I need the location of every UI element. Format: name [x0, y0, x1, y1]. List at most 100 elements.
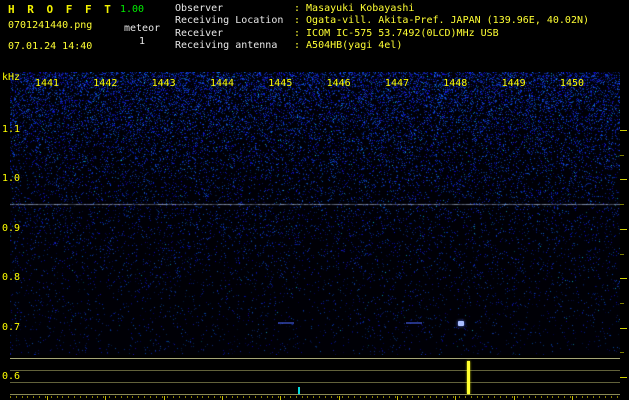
level-meter-line [10, 370, 620, 371]
freq-label: 1.1 [2, 124, 21, 135]
second-tick [144, 396, 146, 398]
second-tick [179, 396, 181, 398]
second-tick [546, 396, 548, 398]
freq-tick-minor [620, 253, 624, 255]
freq-tick-minor [620, 302, 624, 304]
minute-tick [396, 396, 398, 400]
second-tick [249, 396, 251, 398]
minute-tick [163, 396, 165, 400]
minute-tick [455, 396, 457, 400]
second-tick [167, 396, 169, 398]
second-tick [313, 396, 315, 398]
second-tick [383, 396, 385, 398]
info-row-location: Receiving Location : Ogata-vill. Akita-P… [175, 15, 589, 27]
second-tick [470, 396, 472, 398]
second-tick [103, 396, 105, 398]
second-tick [85, 396, 87, 398]
second-tick [196, 396, 198, 398]
second-tick [517, 396, 519, 398]
minute-tick [513, 396, 515, 400]
second-tick [266, 396, 268, 398]
second-tick [237, 396, 239, 398]
station-info: Observer : Masayuki Kobayashi Receiving … [175, 3, 589, 53]
second-tick [610, 396, 612, 398]
second-tick [50, 396, 52, 398]
second-tick [616, 396, 618, 398]
info-label: Observer [175, 3, 224, 14]
second-tick [441, 396, 443, 398]
meteor-echo-bright [458, 320, 465, 326]
second-tick [161, 396, 163, 398]
second-tick [278, 396, 280, 398]
second-tick [208, 396, 210, 398]
second-tick [44, 396, 46, 398]
second-tick [453, 396, 455, 398]
second-tick [494, 396, 496, 398]
second-tick [348, 396, 350, 398]
second-tick [289, 396, 291, 398]
meteor-echoes [10, 72, 620, 355]
meteor-echo-faint [406, 321, 423, 324]
second-tick [377, 396, 379, 398]
level-meter-line [10, 394, 620, 395]
second-tick [371, 396, 373, 398]
second-tick [400, 396, 402, 398]
level-spike [466, 361, 470, 394]
second-tick [219, 396, 221, 398]
level-meter [10, 358, 620, 396]
freq-label: 1.0 [2, 173, 21, 185]
second-tick [120, 396, 122, 398]
second-tick [499, 396, 501, 398]
spectrogram: 1441 1442 1443 1444 1445 1446 1447 1448 1449 1450 [10, 72, 620, 355]
second-tick [149, 396, 151, 398]
second-tick [505, 396, 507, 398]
freq-label: 0.6 [2, 371, 21, 382]
second-tick [254, 396, 256, 398]
freq-tick-major [620, 228, 627, 230]
second-tick [488, 396, 490, 398]
second-tick [155, 396, 157, 398]
minute-tick [47, 396, 48, 400]
second-tick [464, 396, 466, 398]
second-tick [272, 396, 274, 398]
info-value: : A504HB(yagi 4el) [294, 40, 403, 52]
second-tick [359, 396, 361, 398]
freq-tick-major [620, 327, 627, 329]
second-tick [97, 396, 99, 398]
second-tick [225, 396, 227, 398]
freq-tick-major [620, 179, 627, 181]
hrofft-output: H R O F F T 1.00 0701241440.png meteor 1… [0, 0, 629, 400]
info-row-observer: Observer : Masayuki Kobayashi [175, 3, 589, 15]
second-tick [62, 396, 64, 398]
second-tick [581, 396, 583, 398]
freq-tick-major [620, 278, 627, 280]
second-tick [424, 396, 426, 398]
second-tick [114, 396, 116, 398]
second-tick [56, 396, 58, 398]
meteor-echo-faint [278, 321, 295, 324]
second-tick [394, 396, 396, 398]
info-value: : ICOM IC-575 53.7492(0LCD)MHz USB [294, 27, 499, 39]
level-meter-line [10, 382, 620, 383]
second-tick [540, 396, 542, 398]
app-version: 1.00 [120, 4, 145, 15]
freq-tick-major [620, 377, 627, 378]
minute-tick [280, 396, 282, 400]
second-tick [243, 396, 245, 398]
second-tick [132, 396, 134, 398]
second-tick [138, 396, 140, 398]
second-tick [184, 396, 186, 398]
second-tick [558, 396, 560, 398]
second-tick [260, 396, 262, 398]
mode-label: meteor [124, 23, 161, 34]
freq-label: 0.9 [2, 222, 21, 234]
info-row-antenna: Receiving antenna : A504HB(yagi 4el) [175, 40, 589, 52]
second-tick [389, 396, 391, 398]
second-tick [330, 396, 332, 398]
second-tick [214, 396, 216, 398]
second-tick [406, 396, 408, 398]
info-label: Receiver [175, 27, 224, 39]
second-tick [33, 396, 35, 398]
minute-tick [105, 396, 107, 400]
info-label: Receiving Location [175, 15, 284, 27]
